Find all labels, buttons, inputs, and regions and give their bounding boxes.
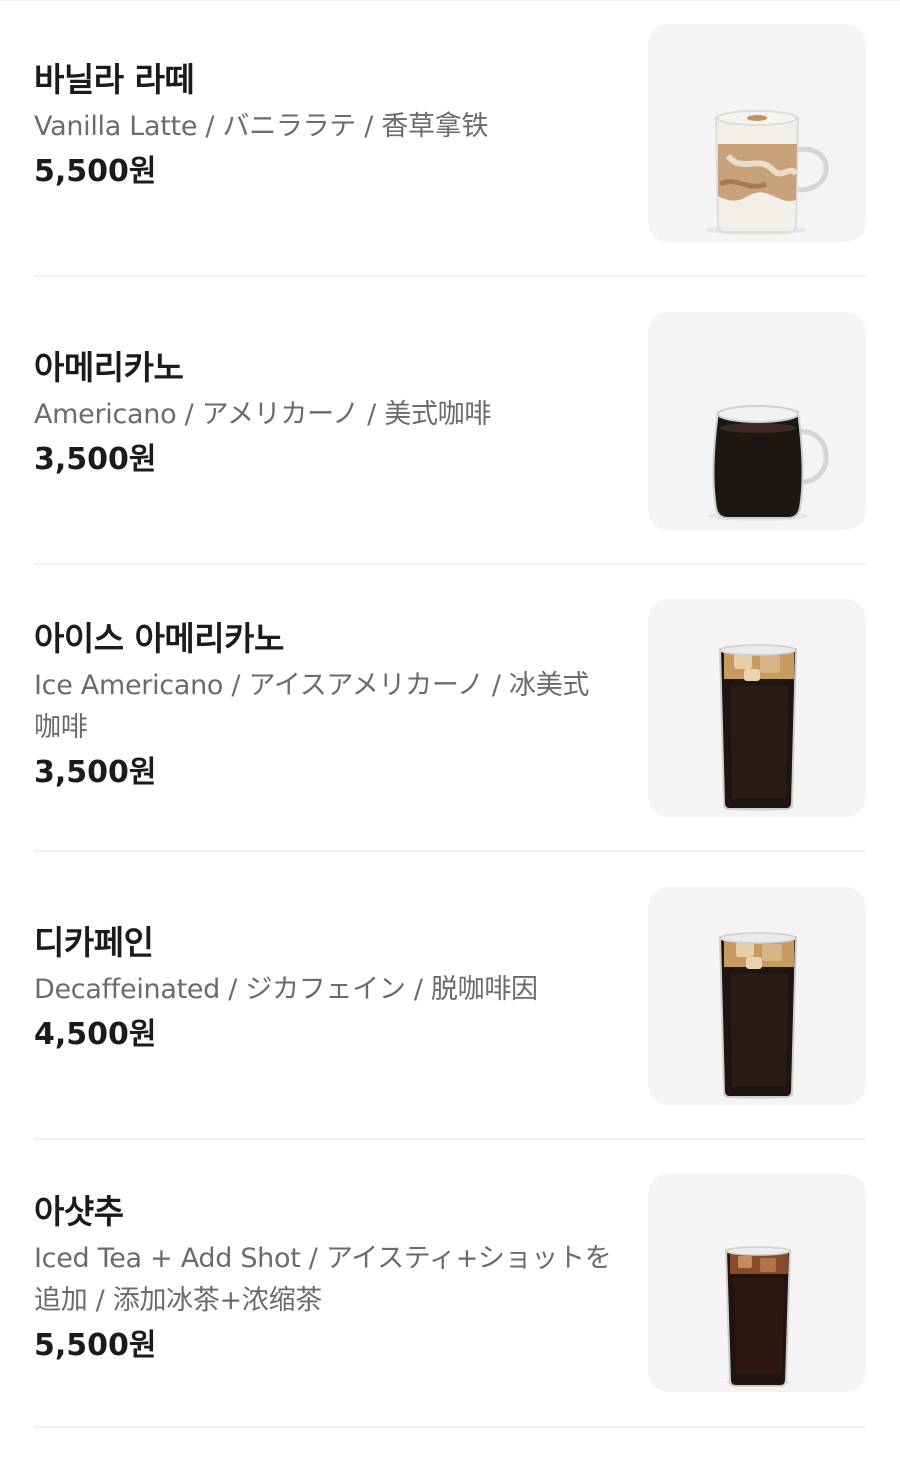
divider [34,1138,866,1140]
menu-item-price: 3,500원 [34,442,157,477]
menu-item-vanilla-latte[interactable]: 바닐라 라떼 Vanilla Latte / バニララテ / 香草拿铁 5,50… [34,24,866,312]
americano-image[interactable] [648,312,866,530]
menu-item-decaf[interactable]: 디카페인 Decaffeinated / ジカフェイン / 脱咖啡因 4,500… [34,887,866,1175]
divider [34,275,866,277]
menu-item-info: 아이스 아메리카노 Ice Americano / アイスアメリカーノ / 冰美… [34,617,614,793]
menu-item-info: 바닐라 라떼 Vanilla Latte / バニララテ / 香草拿铁 5,50… [34,58,614,192]
menu-item-info: 아샷추 Iced Tea + Add Shot / アイスティ+ショットを追加 … [34,1190,614,1366]
divider [34,850,866,852]
menu-item-price: 5,500원 [34,154,157,189]
menu-item-info: 아메리카노 Americano / アメリカーノ / 美式咖啡 3,500원 [34,346,614,480]
menu-item-iced-americano[interactable]: 아이스 아메리카노 Ice Americano / アイスアメリカーノ / 冰美… [34,599,866,887]
divider [34,563,866,565]
iced-tea-shot-image[interactable] [648,1174,866,1392]
divider [34,1426,866,1428]
menu-item-price: 3,500원 [34,755,157,790]
menu-item-iced-tea-shot[interactable]: 아샷추 Iced Tea + Add Shot / アイスティ+ショットを追加 … [34,1174,866,1462]
menu-item-info: 디카페인 Decaffeinated / ジカフェイン / 脱咖啡因 4,500… [34,921,614,1055]
menu-item-description: Decaffeinated / ジカフェイン / 脱咖啡因 [34,974,538,1005]
vanilla-latte-image[interactable] [648,24,866,242]
menu-item-name: 아샷추 [34,1192,124,1231]
top-divider [0,0,900,1]
iced-americano-image[interactable] [648,599,866,817]
menu-item-description: Ice Americano / アイスアメリカーノ / 冰美式咖啡 [34,670,590,743]
menu-item-price: 5,500원 [34,1328,157,1363]
menu-item-americano[interactable]: 아메리카노 Americano / アメリカーノ / 美式咖啡 3,500원 [34,312,866,600]
menu-item-name: 디카페인 [34,923,154,962]
decaf-image[interactable] [648,887,866,1105]
menu-item-name: 아메리카노 [34,348,184,387]
menu-item-description: Americano / アメリカーノ / 美式咖啡 [34,399,492,430]
menu-item-description: Vanilla Latte / バニララテ / 香草拿铁 [34,111,489,142]
menu-item-name: 아이스 아메리카노 [34,619,284,658]
menu-item-name: 바닐라 라떼 [34,60,195,99]
menu-item-description: Iced Tea + Add Shot / アイスティ+ショットを追加 / 添加… [34,1243,612,1316]
menu-item-price: 4,500원 [34,1017,157,1052]
